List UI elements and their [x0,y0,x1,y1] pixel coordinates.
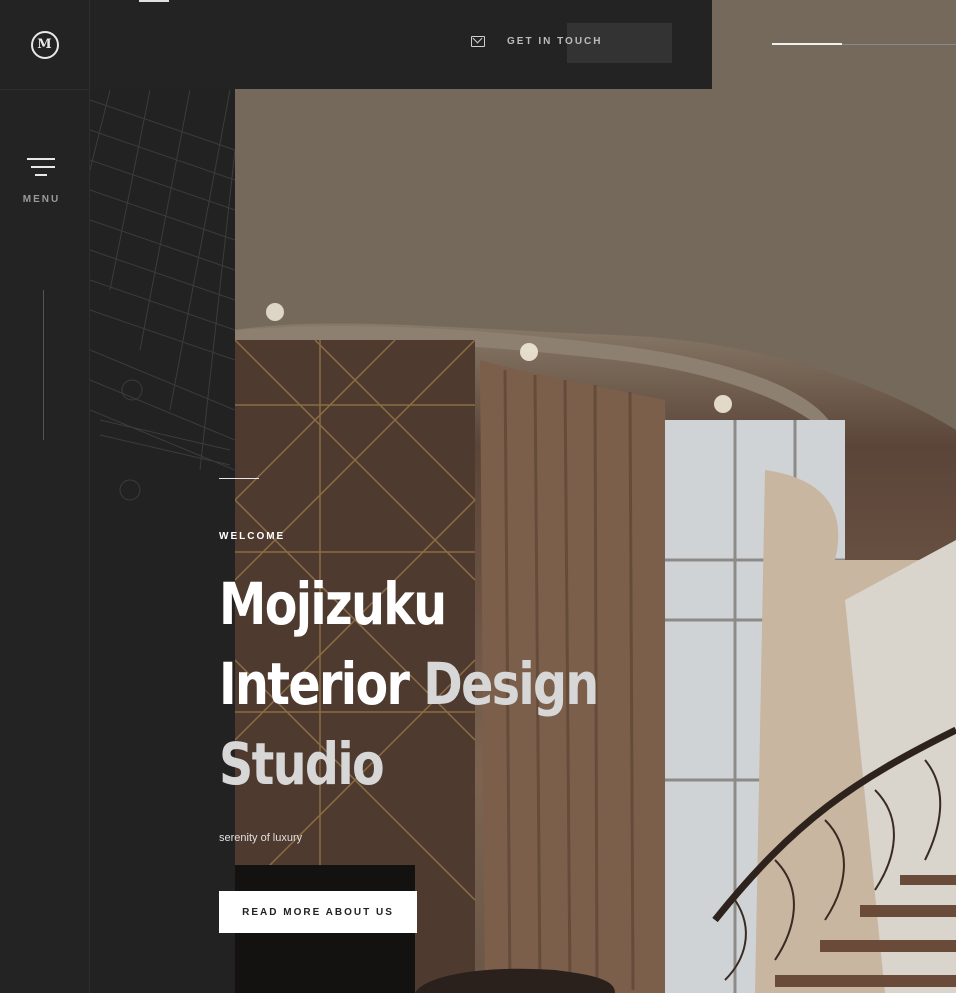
get-in-touch-link[interactable]: GET IN TOUCH [471,36,602,47]
read-more-button[interactable]: READ MORE ABOUT US [219,891,417,933]
menu-button[interactable]: MENU [0,152,89,212]
menu-label: MENU [22,194,61,205]
blueprint-texture [90,90,235,993]
hero-title: Mojizuku Interior Design Studio [219,564,599,804]
logo[interactable]: M [0,0,89,90]
accent-line [219,478,259,479]
mail-icon [471,36,485,47]
sidebar-divider [43,290,44,440]
top-indicator [139,0,169,2]
top-bar: GET IN TOUCH [90,0,712,89]
hero-tagline: serenity of luxury [219,832,303,844]
hamburger-icon [27,158,55,178]
hero-title-line2-b: Design [423,650,599,718]
slider-progress-fill [772,43,842,45]
hero-title-line2-a: Interior [219,650,410,718]
hero-content: WELCOME Mojizuku Interior Design Studio … [219,478,681,933]
contact-label: GET IN TOUCH [507,36,603,47]
monogram-logo-icon: M [30,30,59,59]
slider-progress [772,43,956,45]
hero-eyebrow: WELCOME [219,531,286,542]
left-sidebar: M MENU [0,0,90,993]
hero-title-line1: Mojizuku [219,570,447,638]
hero-title-line3: Studio [219,730,385,798]
